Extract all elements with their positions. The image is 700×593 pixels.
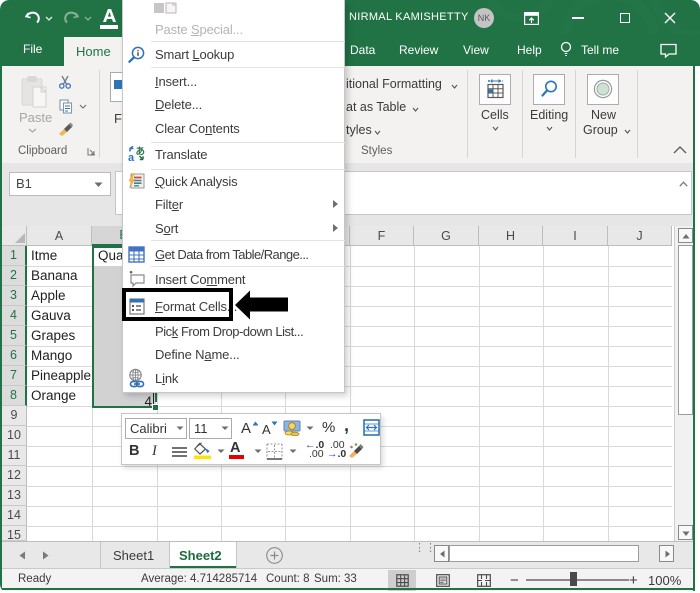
svg-text:a: a [128,152,135,162]
